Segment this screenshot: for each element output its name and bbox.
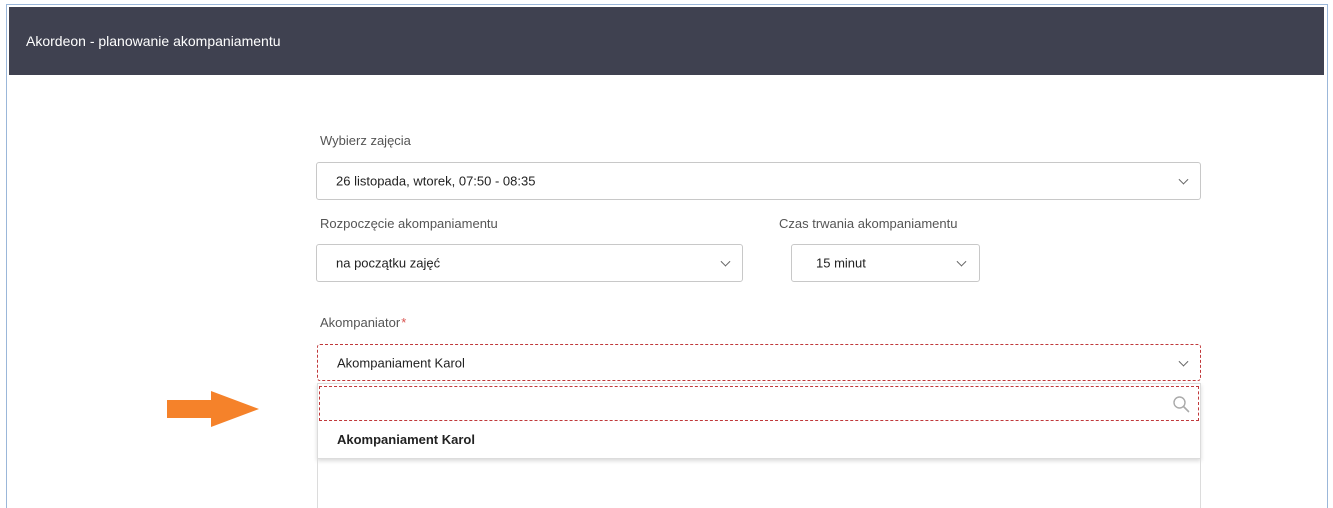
required-mark: * xyxy=(401,315,407,330)
window-header: Akordeon - planowanie akompaniamentu xyxy=(9,7,1324,75)
accompanist-select-value: Akompaniament Karol xyxy=(337,355,465,370)
class-select[interactable]: 26 listopada, wtorek, 07:50 - 08:35 xyxy=(316,162,1201,200)
content-area xyxy=(317,459,1201,508)
start-select-value: na początku zajęć xyxy=(336,255,441,271)
class-select-label: Wybierz zajęcia xyxy=(320,133,411,148)
pointer-arrow-icon xyxy=(167,391,259,427)
chevron-down-icon xyxy=(956,256,967,267)
window-title: Akordeon - planowanie akompaniamentu xyxy=(26,33,281,49)
class-select-value: 26 listopada, wtorek, 07:50 - 08:35 xyxy=(336,173,536,189)
search-icon xyxy=(1173,396,1190,413)
accompanist-label-text: Akompaniator xyxy=(320,315,401,330)
accompanist-dropdown: Akompaniament Karol xyxy=(317,383,1201,459)
duration-select[interactable]: 15 minut xyxy=(791,244,980,282)
chevron-down-icon xyxy=(1178,356,1189,367)
duration-select-value: 15 minut xyxy=(816,255,866,271)
start-select-label: Rozpoczęcie akompaniamentu xyxy=(320,216,498,231)
dropdown-option-akompaniament-karol[interactable]: Akompaniament Karol xyxy=(337,432,475,447)
chevron-down-icon xyxy=(1178,174,1189,185)
accompanist-select-label: Akompaniator* xyxy=(320,315,406,330)
duration-select-label: Czas trwania akompaniamentu xyxy=(779,216,958,231)
start-select[interactable]: na początku zajęć xyxy=(316,244,743,282)
accompanist-select[interactable]: Akompaniament Karol xyxy=(317,344,1201,381)
chevron-down-icon xyxy=(720,256,731,267)
dropdown-search-input[interactable] xyxy=(319,386,1199,421)
